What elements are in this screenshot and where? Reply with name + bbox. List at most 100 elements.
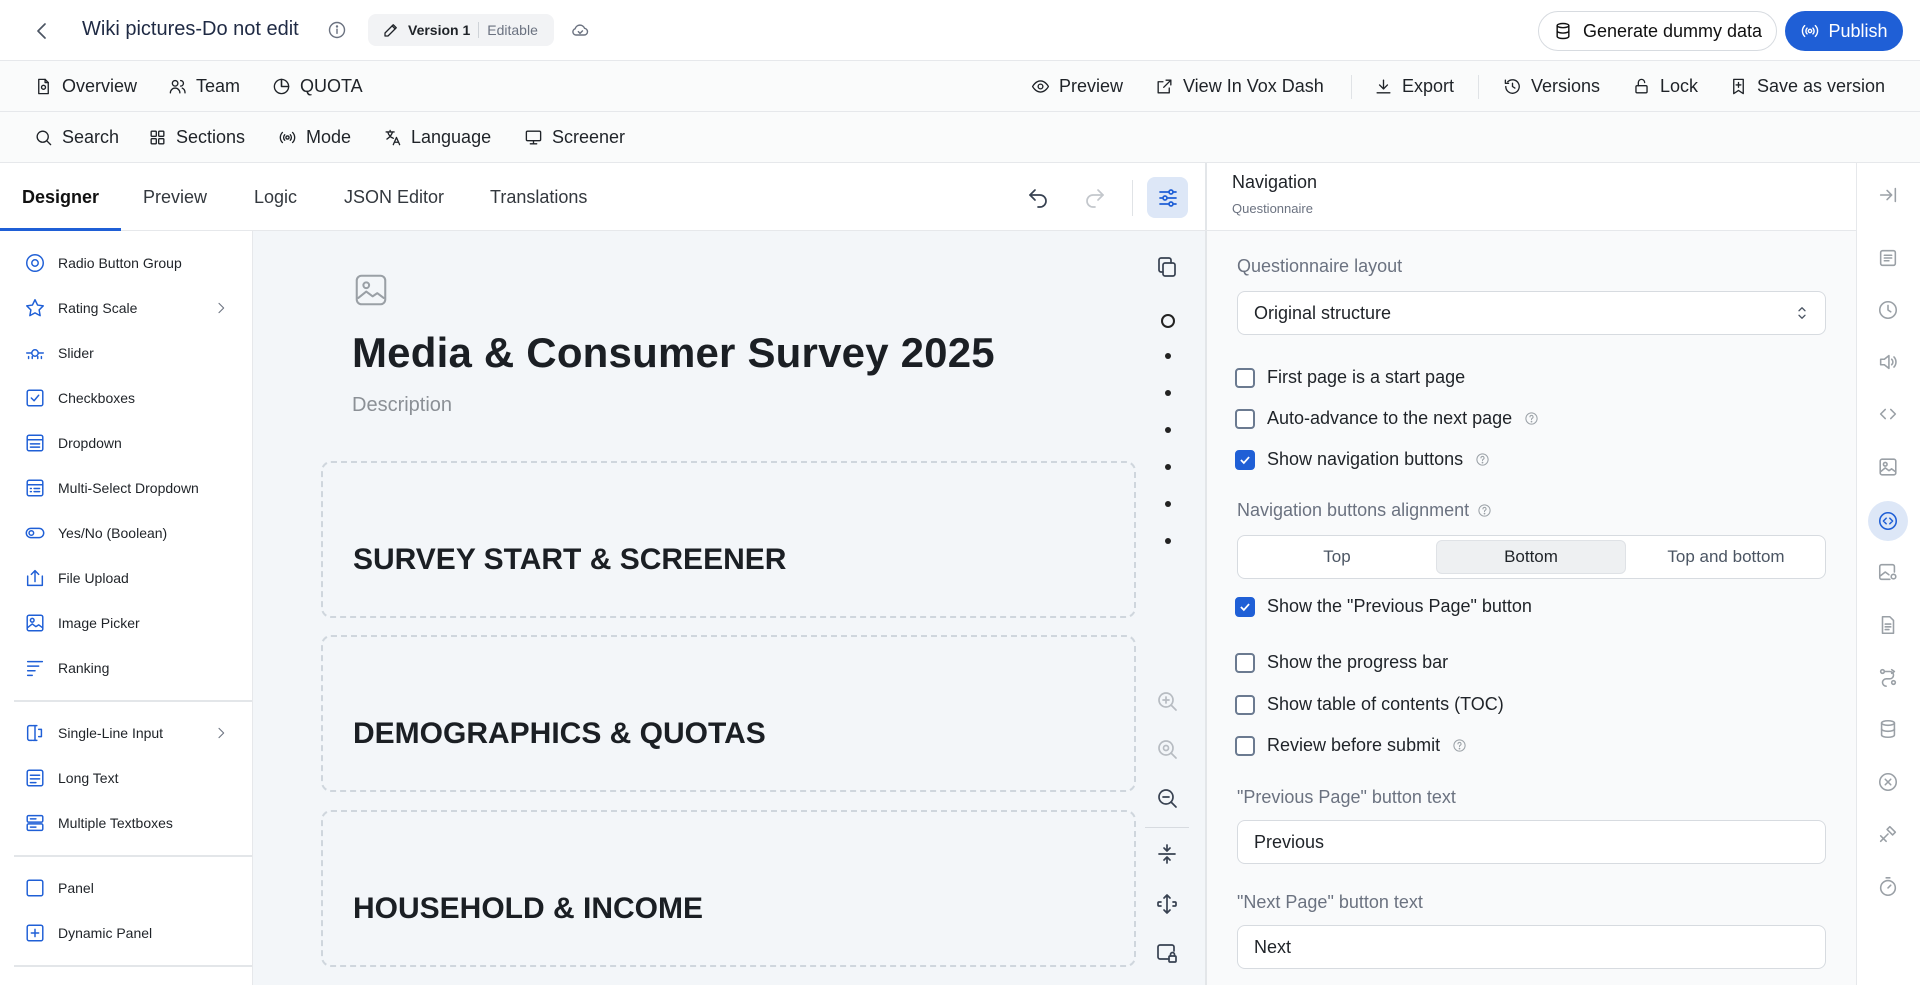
nav-versions[interactable]: Versions: [1503, 61, 1600, 111]
toolbox-item-panel[interactable]: Panel: [0, 868, 252, 908]
checkbox[interactable]: [1235, 652, 1255, 673]
help-icon[interactable]: [1477, 503, 1492, 518]
survey-title[interactable]: Media & Consumer Survey 2025: [352, 329, 995, 377]
tab-logic[interactable]: Logic: [254, 163, 297, 231]
collapse-panel-icon[interactable]: [1877, 184, 1899, 206]
show-navigation-buttons-checkbox[interactable]: Show navigation buttons: [1235, 449, 1490, 470]
settings-sliders-icon[interactable]: [1147, 177, 1188, 218]
page-indicator-dot[interactable]: [1165, 390, 1171, 396]
zoom-out-icon[interactable]: [1155, 786, 1179, 810]
toolbox-item-single-line-input[interactable]: Single-Line Input: [0, 713, 252, 753]
clock-icon[interactable]: [1877, 299, 1899, 321]
section-title[interactable]: SURVEY START & SCREENER: [353, 543, 786, 577]
toolbox-item-radio-button-group[interactable]: Radio Button Group: [0, 243, 252, 283]
section-title[interactable]: HOUSEHOLD & INCOME: [353, 892, 703, 926]
next-text-input[interactable]: Next: [1237, 925, 1826, 969]
review-before-submit-checkbox[interactable]: Review before submit: [1235, 735, 1467, 756]
section-title[interactable]: DEMOGRAPHICS & QUOTAS: [353, 717, 766, 751]
nav-screener[interactable]: Screener: [524, 112, 625, 162]
publish-button[interactable]: Publish: [1785, 11, 1903, 51]
first-page-start-checkbox[interactable]: First page is a start page: [1235, 367, 1465, 388]
audio-icon[interactable]: [1877, 351, 1899, 373]
page-indicator-current[interactable]: [1161, 314, 1175, 328]
close-circle-icon[interactable]: [1877, 771, 1899, 793]
nav-export[interactable]: Export: [1374, 61, 1454, 111]
tab-json-editor[interactable]: JSON Editor: [344, 163, 444, 231]
logo-placeholder-icon[interactable]: [352, 271, 390, 309]
page-indicator-dot[interactable]: [1165, 427, 1171, 433]
cloud-sync-icon[interactable]: [570, 20, 590, 40]
copy-icon[interactable]: [1155, 255, 1179, 279]
toolbox-item-multiple-textboxes[interactable]: Multiple Textboxes: [0, 803, 252, 843]
branching-icon[interactable]: [1877, 666, 1899, 688]
checkbox[interactable]: [1235, 694, 1255, 715]
toolbox-item-dynamic-panel[interactable]: Dynamic Panel: [0, 913, 252, 953]
show-toc-checkbox[interactable]: Show table of contents (TOC): [1235, 694, 1504, 715]
help-icon[interactable]: [1452, 738, 1467, 753]
toolbox-item-checkboxes[interactable]: Checkboxes: [0, 378, 252, 418]
lock-view-icon[interactable]: [1155, 941, 1179, 965]
navigation-category-icon[interactable]: [1877, 510, 1899, 532]
collapse-all-icon[interactable]: [1155, 842, 1179, 866]
zoom-in-icon[interactable]: [1155, 689, 1179, 713]
image-icon[interactable]: [1877, 456, 1899, 478]
nav-lock[interactable]: Lock: [1632, 61, 1698, 111]
toolbox-item-slider[interactable]: Slider: [0, 333, 252, 373]
nav-sections[interactable]: Sections: [148, 112, 245, 162]
page-indicator-dot[interactable]: [1165, 464, 1171, 470]
show-progress-bar-checkbox[interactable]: Show the progress bar: [1235, 652, 1448, 673]
nav-save-as-version[interactable]: Save as version: [1729, 61, 1885, 111]
section-card[interactable]: SURVEY START & SCREENER: [321, 461, 1136, 618]
page-indicator-dot[interactable]: [1165, 353, 1171, 359]
document-icon[interactable]: [1877, 614, 1899, 636]
checkbox-checked[interactable]: [1235, 596, 1255, 617]
alignment-option-top[interactable]: Top: [1242, 540, 1432, 574]
tools-icon[interactable]: [1877, 823, 1899, 845]
nav-quota[interactable]: QUOTA: [272, 61, 363, 111]
page-indicator-dot[interactable]: [1165, 501, 1171, 507]
info-icon[interactable]: [327, 20, 347, 40]
database-icon[interactable]: [1877, 718, 1899, 740]
nav-overview[interactable]: Overview: [34, 61, 137, 111]
undo-icon[interactable]: [1026, 186, 1050, 210]
toolbox-item-dropdown[interactable]: Dropdown: [0, 423, 252, 463]
document-title[interactable]: Wiki pictures-Do not edit: [82, 18, 299, 41]
toolbox-item-ranking[interactable]: Ranking: [0, 648, 252, 688]
code-icon[interactable]: [1877, 403, 1899, 425]
checkbox[interactable]: [1235, 408, 1255, 429]
redo-icon[interactable]: [1083, 186, 1107, 210]
tab-designer[interactable]: Designer: [22, 163, 99, 231]
zoom-reset-icon[interactable]: [1155, 737, 1179, 761]
alignment-option-top-and-bottom[interactable]: Top and bottom: [1631, 540, 1821, 574]
toolbox-item-multi-select-dropdown[interactable]: Multi-Select Dropdown: [0, 468, 252, 508]
tab-translations[interactable]: Translations: [490, 163, 587, 231]
previous-text-input[interactable]: Previous: [1237, 820, 1826, 864]
questionnaire-layout-select[interactable]: Original structure: [1237, 291, 1826, 335]
generate-dummy-data-button[interactable]: Generate dummy data: [1538, 11, 1777, 51]
nav-mode[interactable]: Mode: [278, 112, 351, 162]
toolbox-item-file-upload[interactable]: File Upload: [0, 558, 252, 598]
toolbox-item-image-picker[interactable]: Image Picker: [0, 603, 252, 643]
section-card[interactable]: HOUSEHOLD & INCOME: [321, 810, 1136, 967]
section-card[interactable]: DEMOGRAPHICS & QUOTAS: [321, 635, 1136, 792]
back-arrow-icon[interactable]: [30, 19, 54, 43]
tab-preview[interactable]: Preview: [143, 163, 207, 231]
general-settings-icon[interactable]: [1877, 247, 1899, 269]
toolbox-item-yes-no-boolean[interactable]: Yes/No (Boolean): [0, 513, 252, 553]
nav-view-in-vox-dash[interactable]: View In Vox Dash: [1155, 61, 1324, 111]
survey-description[interactable]: Description: [352, 394, 452, 417]
auto-advance-checkbox[interactable]: Auto-advance to the next page: [1235, 408, 1539, 429]
show-previous-page-checkbox[interactable]: Show the "Previous Page" button: [1235, 596, 1532, 617]
checkbox[interactable]: [1235, 735, 1255, 756]
alignment-option-bottom[interactable]: Bottom: [1436, 540, 1626, 574]
nav-language[interactable]: Language: [383, 112, 491, 162]
help-icon[interactable]: [1475, 452, 1490, 467]
version-selector[interactable]: Version 1 Editable: [368, 14, 554, 46]
expand-all-icon[interactable]: [1155, 892, 1179, 916]
nav-preview[interactable]: Preview: [1031, 61, 1123, 111]
image-settings-icon[interactable]: [1877, 561, 1899, 583]
toolbox-item-rating-scale[interactable]: Rating Scale: [0, 288, 252, 328]
checkbox-checked[interactable]: [1235, 449, 1255, 470]
help-icon[interactable]: [1524, 411, 1539, 426]
timer-icon[interactable]: [1877, 876, 1899, 898]
